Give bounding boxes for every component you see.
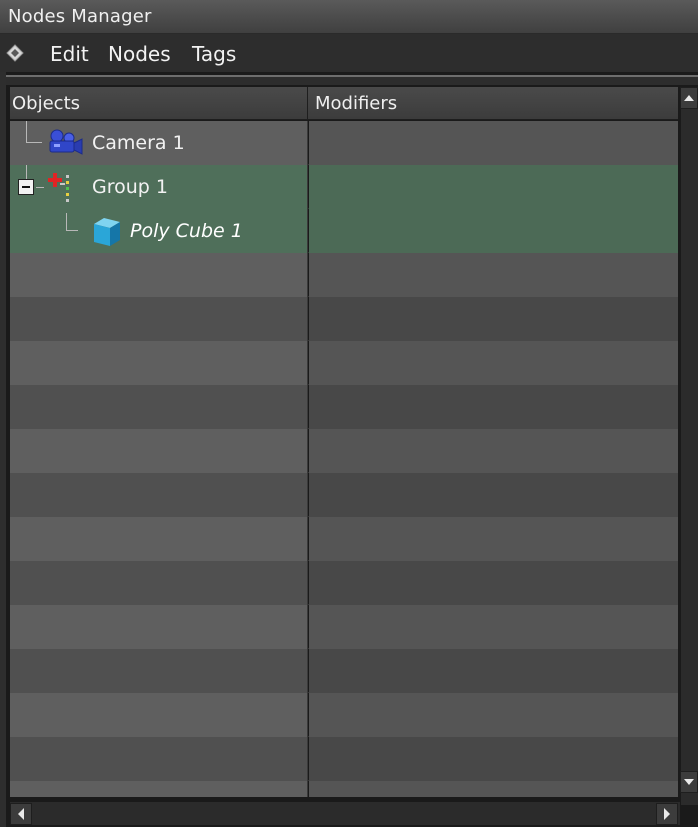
menu-tags[interactable]: Tags <box>192 42 236 66</box>
window-title: Nodes Manager <box>8 6 152 27</box>
empty-row <box>10 385 678 429</box>
empty-row <box>10 253 678 297</box>
menu-nodes[interactable]: Nodes <box>108 42 171 66</box>
empty-row <box>10 561 678 605</box>
modifiers-cell <box>309 165 678 209</box>
empty-row <box>10 341 678 385</box>
tree-branch-line <box>26 165 27 179</box>
empty-row <box>10 517 678 561</box>
empty-row <box>10 737 678 781</box>
objects-cell: Camera 1 <box>10 121 308 165</box>
arrow-right-icon <box>664 808 670 820</box>
horizontal-scrollbar[interactable] <box>10 801 680 825</box>
camera-icon <box>49 129 83 155</box>
scroll-left-button[interactable] <box>10 803 32 825</box>
empty-row <box>10 605 678 649</box>
tree-branch-line <box>26 142 42 143</box>
empty-row <box>10 693 678 737</box>
empty-row <box>10 649 678 693</box>
collapse-toggle-icon[interactable] <box>18 179 34 195</box>
nodes-tree-panel: Objects Modifiers Camera 1 Group 1 Poly … <box>6 85 698 827</box>
modifiers-cell <box>309 209 678 253</box>
empty-row <box>10 781 678 797</box>
title-bar[interactable]: Nodes Manager <box>0 0 698 34</box>
tree-branch-line <box>36 187 44 188</box>
tree-branch-line <box>66 230 78 231</box>
scroll-down-button[interactable] <box>680 771 698 793</box>
node-row-group[interactable]: Group 1 <box>10 165 678 209</box>
empty-row <box>10 297 678 341</box>
node-label: Poly Cube 1 <box>130 220 243 242</box>
node-row-poly-cube[interactable]: Poly Cube 1 <box>10 209 678 253</box>
tree-branch-line <box>66 213 67 231</box>
column-headers: Objects Modifiers <box>10 87 678 120</box>
menu-bar: Edit Nodes Tags <box>0 34 698 72</box>
cube-icon <box>94 218 120 246</box>
scroll-right-button[interactable] <box>656 803 678 825</box>
empty-row <box>10 473 678 517</box>
column-header-objects[interactable]: Objects <box>10 87 308 120</box>
nodes-manager-window: Nodes Manager Edit Nodes Tags Objects Mo… <box>0 0 698 827</box>
scroll-up-button[interactable] <box>680 87 698 109</box>
objects-cell: Group 1 <box>10 165 308 209</box>
window-menu-diamond-icon[interactable] <box>6 44 24 62</box>
node-row-camera[interactable]: Camera 1 <box>10 121 678 165</box>
group-icon <box>48 173 69 202</box>
arrow-up-icon <box>684 95 694 101</box>
node-label: Group 1 <box>92 176 168 198</box>
modifiers-cell <box>309 121 678 165</box>
objects-cell: Poly Cube 1 <box>10 209 308 253</box>
column-header-modifiers[interactable]: Modifiers <box>309 87 678 120</box>
vertical-scrollbar[interactable] <box>680 87 698 805</box>
node-list: Camera 1 Group 1 Poly Cube 1 <box>10 121 678 797</box>
node-label: Camera 1 <box>92 132 185 154</box>
empty-row <box>10 429 678 473</box>
arrow-down-icon <box>684 779 694 785</box>
menu-edit[interactable]: Edit <box>50 42 89 66</box>
arrow-left-icon <box>18 808 24 820</box>
tree-branch-line <box>26 121 27 143</box>
menu-divider-gap <box>6 77 698 85</box>
